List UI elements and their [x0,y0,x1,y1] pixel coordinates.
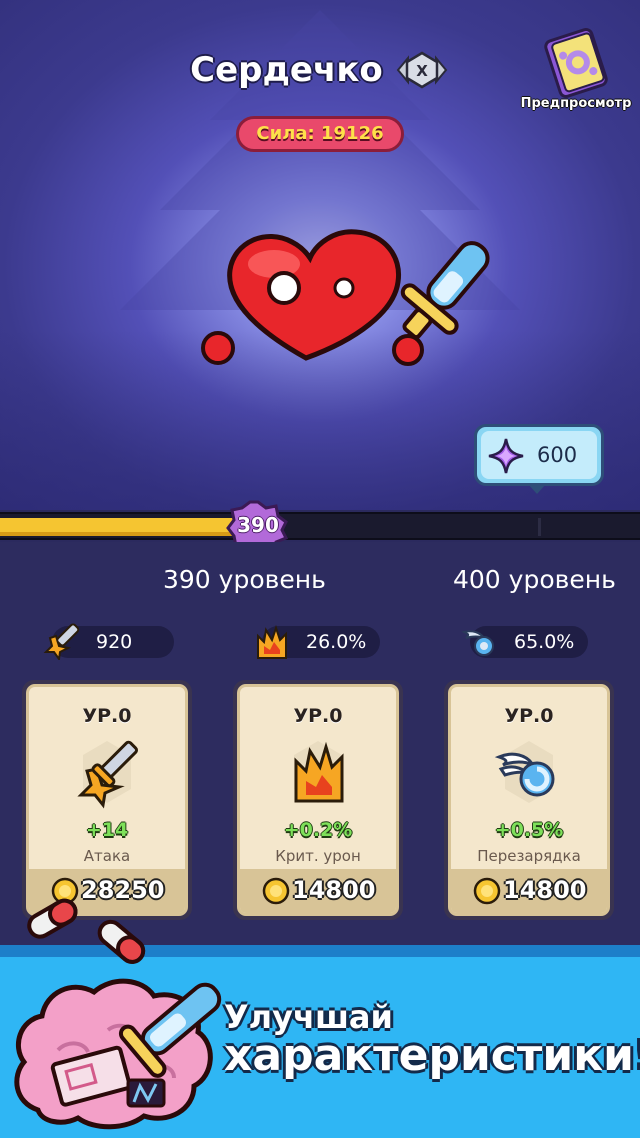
gold-coin-icon [473,877,501,905]
sword-star-icon [77,740,139,809]
stat-attack: 920 [43,623,174,660]
card-bonus: +0.2% [283,819,353,841]
promo-subheadline: характеристики! [224,1030,640,1081]
card-stat-name: Атака [83,847,131,865]
gem-cost-value: 600 [537,443,578,467]
card-stat-name: Перезарядка [477,847,581,865]
next-level-label: 400 уровень [453,565,616,594]
card-cost-value: 14800 [503,876,587,904]
preview-label: Предпросмотр [520,96,632,111]
upgrade-card-crit[interactable]: УР.0 +0.2% Крит. урон 14800 [233,680,403,920]
card-bonus: +0.5% [494,819,564,841]
progress-tick [538,518,541,536]
sword-star-icon [43,623,80,660]
heart-character [201,229,490,366]
card-cost-button[interactable]: 14800 [451,869,607,913]
wing-swirl-icon [461,630,494,656]
progress-fill [0,518,237,536]
stat-cooldown-value: 65.0% [514,631,575,653]
card-stat-name: Крит. урон [275,847,361,865]
card-level: УР.0 [504,705,554,727]
rank-letter: X [416,62,428,80]
character-name: Сердечко [190,50,383,90]
card-body: УР.0 +0.5% Перезарядка 14800 [448,684,610,916]
crit-flame-icon [257,624,287,659]
stat-crit: 26.0% [257,624,380,659]
current-level-label: 390 уровень [163,565,326,594]
card-cost-button[interactable]: 14800 [240,869,396,913]
gold-coin-icon [262,877,290,905]
progress-level-value: 390 [237,513,279,537]
brain-character-art [14,898,222,1130]
card-cost-value: 14800 [292,876,376,904]
purple-gem-icon [488,438,524,474]
card-level: УР.0 [82,705,132,727]
card-level: УР.0 [293,705,343,727]
card-bonus: +14 [85,819,129,841]
game-screen: Сердечко X Сила: 19126 Предпросмотр 600 … [0,0,640,1138]
crit-flame-icon [294,741,344,803]
upgrade-card-cooldown[interactable]: УР.0 +0.5% Перезарядка 14800 [444,680,614,920]
rank-badge-icon[interactable]: X [394,50,450,90]
power-pill: Сила: 19126 [236,116,404,152]
preview-book-icon [544,28,608,98]
stat-crit-value: 26.0% [306,631,367,653]
gem-cost-button[interactable]: 600 [474,424,604,486]
wing-swirl-icon [494,741,555,803]
stat-attack-value: 920 [96,631,133,653]
level-progress-bar [0,512,640,540]
preview-button[interactable]: Предпросмотр [520,26,632,118]
card-body: УР.0 +0.2% Крит. урон 14800 [237,684,399,916]
gem-cost-tail [528,484,546,494]
stat-cooldown: 65.0% [461,626,588,658]
